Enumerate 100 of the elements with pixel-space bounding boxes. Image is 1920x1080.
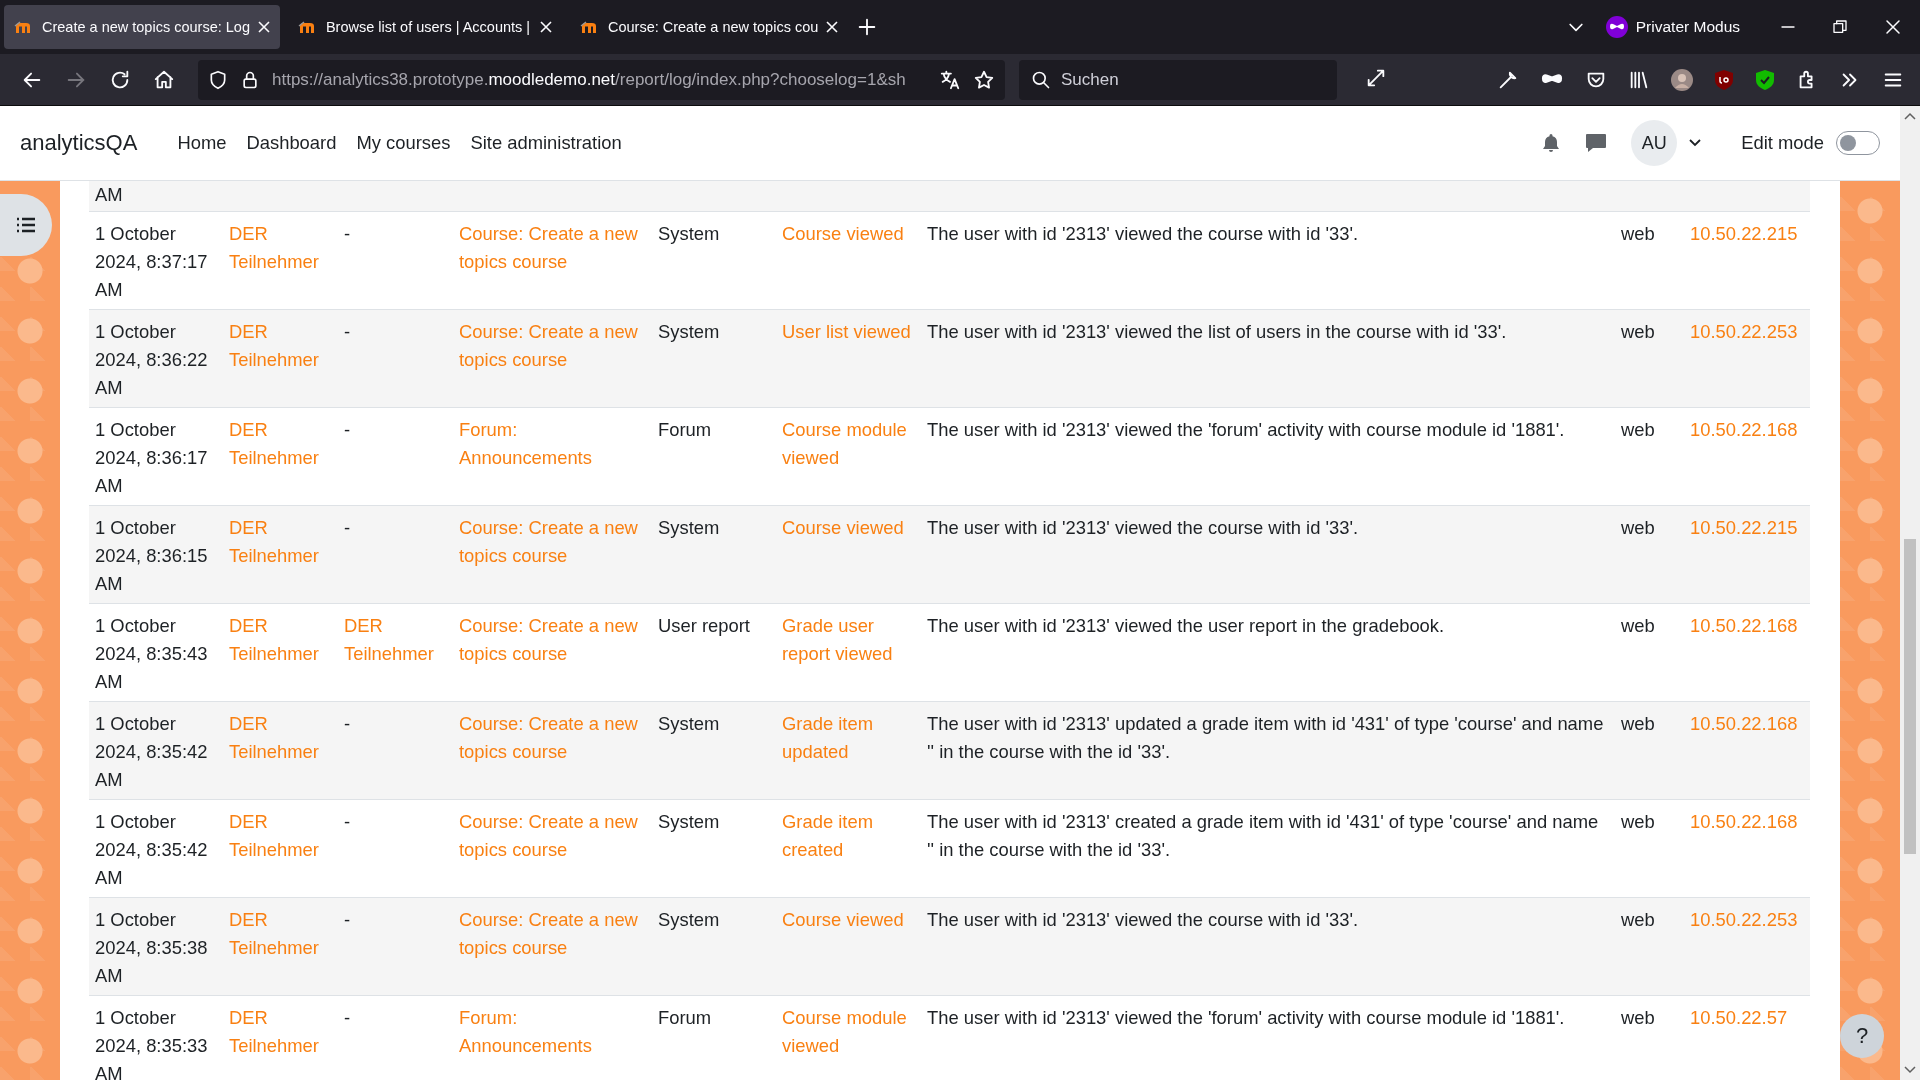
event-link[interactable]: Course viewed bbox=[782, 220, 915, 248]
table-cell-text: The user with id '2313' viewed the 'forum' activity with course module id '1881'. bbox=[927, 418, 1566, 442]
close-tab-icon[interactable] bbox=[257, 21, 270, 33]
table-cell-text: 1 October 2024, 8:36:22 AM bbox=[95, 320, 209, 400]
shield-icon bbox=[208, 69, 228, 90]
table-cell-text: web bbox=[1621, 810, 1656, 834]
close-icon[interactable] bbox=[1884, 18, 1902, 36]
table-cell-text: 1 October 2024, 8:35:38 AM bbox=[95, 908, 209, 988]
table-cell-text: User report bbox=[658, 614, 751, 638]
profile-icon[interactable] bbox=[1671, 68, 1693, 91]
shield-check-icon[interactable] bbox=[1755, 68, 1775, 91]
context-link[interactable]: Course: Create a new topics course bbox=[459, 906, 646, 962]
user-link[interactable]: DER Teilnehmer bbox=[229, 1004, 332, 1060]
context-link[interactable]: Course: Create a new topics course bbox=[459, 710, 646, 766]
table-cell-text: The user with id '2313' viewed the 'forum' activity with course module id '1881'. bbox=[927, 1006, 1566, 1030]
user-link[interactable]: DER Teilnehmer bbox=[229, 612, 332, 668]
table-cell-text: - bbox=[344, 712, 352, 736]
context-link[interactable]: Forum: Announcements bbox=[459, 1004, 646, 1060]
table-cell-text: 1 October 2024, 8:35:42 AM bbox=[95, 712, 209, 792]
event-link[interactable]: Grade item updated bbox=[782, 710, 915, 766]
context-link[interactable]: Forum: Announcements bbox=[459, 416, 646, 472]
table-cell-text: The user with id '2313' viewed the course with id '33'. bbox=[927, 222, 1360, 246]
close-tab-icon[interactable] bbox=[826, 21, 839, 33]
scrollbar-thumb[interactable] bbox=[1904, 539, 1916, 854]
home-icon[interactable] bbox=[153, 68, 175, 91]
edit-mode-label: Edit mode bbox=[1741, 132, 1824, 154]
context-link[interactable]: Course: Create a new topics course bbox=[459, 318, 646, 374]
restore-icon[interactable] bbox=[1832, 19, 1848, 35]
nav-link[interactable]: Home bbox=[177, 132, 227, 154]
event-link[interactable]: Course viewed bbox=[782, 514, 915, 542]
user-link[interactable]: DER Teilnehmer bbox=[229, 514, 332, 570]
address-bar[interactable]: https://analytics38.prototype.moodledemo.net/report/log/index.php?chooselog=1&sh bbox=[198, 59, 1005, 100]
ip-link[interactable]: 10.50.22.253 bbox=[1690, 318, 1798, 346]
user-link[interactable]: DER Teilnehmer bbox=[229, 220, 332, 276]
user-link[interactable]: DER Teilnehmer bbox=[229, 318, 332, 374]
context-link[interactable]: Course: Create a new topics course bbox=[459, 612, 646, 668]
ip-link[interactable]: 10.50.22.57 bbox=[1690, 1004, 1788, 1032]
ip-link[interactable]: 10.50.22.168 bbox=[1690, 612, 1798, 640]
site-name[interactable]: analyticsQA bbox=[20, 130, 138, 156]
chat-icon[interactable] bbox=[1585, 133, 1608, 153]
event-link[interactable]: Course viewed bbox=[782, 906, 915, 934]
bookmark-star-icon[interactable] bbox=[973, 68, 995, 91]
mask-icon bbox=[1605, 16, 1628, 38]
event-link[interactable]: Grade item created bbox=[782, 808, 915, 864]
scroll-up-icon[interactable] bbox=[1904, 112, 1916, 122]
ip-link[interactable]: 10.50.22.215 bbox=[1690, 220, 1798, 248]
nav-link[interactable]: My courses bbox=[356, 132, 451, 154]
caret-icon[interactable] bbox=[1689, 139, 1702, 147]
private-mode-label: Privater Modus bbox=[1635, 18, 1740, 36]
shield-icon[interactable] bbox=[1714, 68, 1734, 91]
table-cell-text: - bbox=[344, 810, 352, 834]
user-avatar[interactable]: AU bbox=[1631, 120, 1678, 166]
table-cell-text: AM bbox=[95, 183, 124, 207]
event-link[interactable]: Course module viewed bbox=[782, 416, 915, 472]
url-text: https://analytics38.prototype.moodledemo.net/report/log/index.php?chooselog=1&sh bbox=[272, 69, 907, 90]
bell-icon[interactable] bbox=[1541, 133, 1562, 153]
reload-icon[interactable] bbox=[109, 68, 131, 91]
translate-icon[interactable] bbox=[939, 68, 961, 91]
user-link[interactable]: DER Teilnehmer bbox=[229, 710, 332, 766]
event-link[interactable]: User list viewed bbox=[782, 318, 915, 346]
table-cell-text: - bbox=[344, 516, 352, 540]
search-field[interactable]: Suchen bbox=[1019, 59, 1337, 100]
table-cell-text: System bbox=[658, 516, 721, 540]
ip-link[interactable]: 10.50.22.168 bbox=[1690, 416, 1798, 444]
browser-tab[interactable]: Create a new topics course: Log bbox=[4, 5, 280, 49]
browser-tab[interactable]: Course: Create a new topics cou bbox=[569, 5, 849, 49]
list-icon bbox=[16, 217, 36, 233]
ip-link[interactable]: 10.50.22.215 bbox=[1690, 514, 1798, 542]
user-link[interactable]: DER Teilnehmer bbox=[229, 416, 332, 472]
scrollbar[interactable] bbox=[1900, 106, 1920, 1080]
event-link[interactable]: Course module viewed bbox=[782, 1004, 915, 1060]
nav-link[interactable]: Site administration bbox=[470, 132, 622, 154]
table-cell-text: 1 October 2024, 8:35:33 AM bbox=[95, 1006, 209, 1080]
table-cell-text: web bbox=[1621, 614, 1656, 638]
close-tab-icon[interactable] bbox=[539, 21, 552, 33]
user-link[interactable]: DER Teilnehmer bbox=[344, 612, 447, 668]
browser-tab[interactable]: Browse list of users | Accounts | bbox=[287, 5, 562, 49]
table-cell-text: web bbox=[1621, 1006, 1656, 1030]
table-cell-text: web bbox=[1621, 320, 1656, 344]
table-cell-text: System bbox=[658, 320, 721, 344]
ip-link[interactable]: 10.50.22.168 bbox=[1690, 808, 1798, 836]
context-link[interactable]: Course: Create a new topics course bbox=[459, 808, 646, 864]
table-cell-text: System bbox=[658, 810, 721, 834]
user-link[interactable]: DER Teilnehmer bbox=[229, 808, 332, 864]
ip-link[interactable]: 10.50.22.253 bbox=[1690, 906, 1798, 934]
context-link[interactable]: Course: Create a new topics course bbox=[459, 220, 646, 276]
edit-mode-toggle[interactable] bbox=[1836, 131, 1880, 155]
context-link[interactable]: Course: Create a new topics course bbox=[459, 514, 646, 570]
table-cell-text: 1 October 2024, 8:35:42 AM bbox=[95, 810, 209, 890]
table-cell-text: The user with id '2313' viewed the course with id '33'. bbox=[927, 908, 1360, 932]
nav-link[interactable]: Dashboard bbox=[246, 132, 337, 154]
table-cell-text: The user with id '2313' updated a grade item with id '431' of type 'course' and name '' in the course with the id '33'. bbox=[927, 712, 1605, 764]
table-cell-text: 1 October 2024, 8:36:17 AM bbox=[95, 418, 209, 498]
ip-link[interactable]: 10.50.22.168 bbox=[1690, 710, 1798, 738]
event-link[interactable]: Grade user report viewed bbox=[782, 612, 915, 668]
table-cell-text: web bbox=[1621, 908, 1656, 932]
table-cell-text: The user with id '2313' viewed the list of users in the course with id '33'. bbox=[927, 320, 1508, 344]
scroll-down-icon[interactable] bbox=[1904, 1064, 1916, 1074]
table-cell-text: - bbox=[344, 222, 352, 246]
user-link[interactable]: DER Teilnehmer bbox=[229, 906, 332, 962]
